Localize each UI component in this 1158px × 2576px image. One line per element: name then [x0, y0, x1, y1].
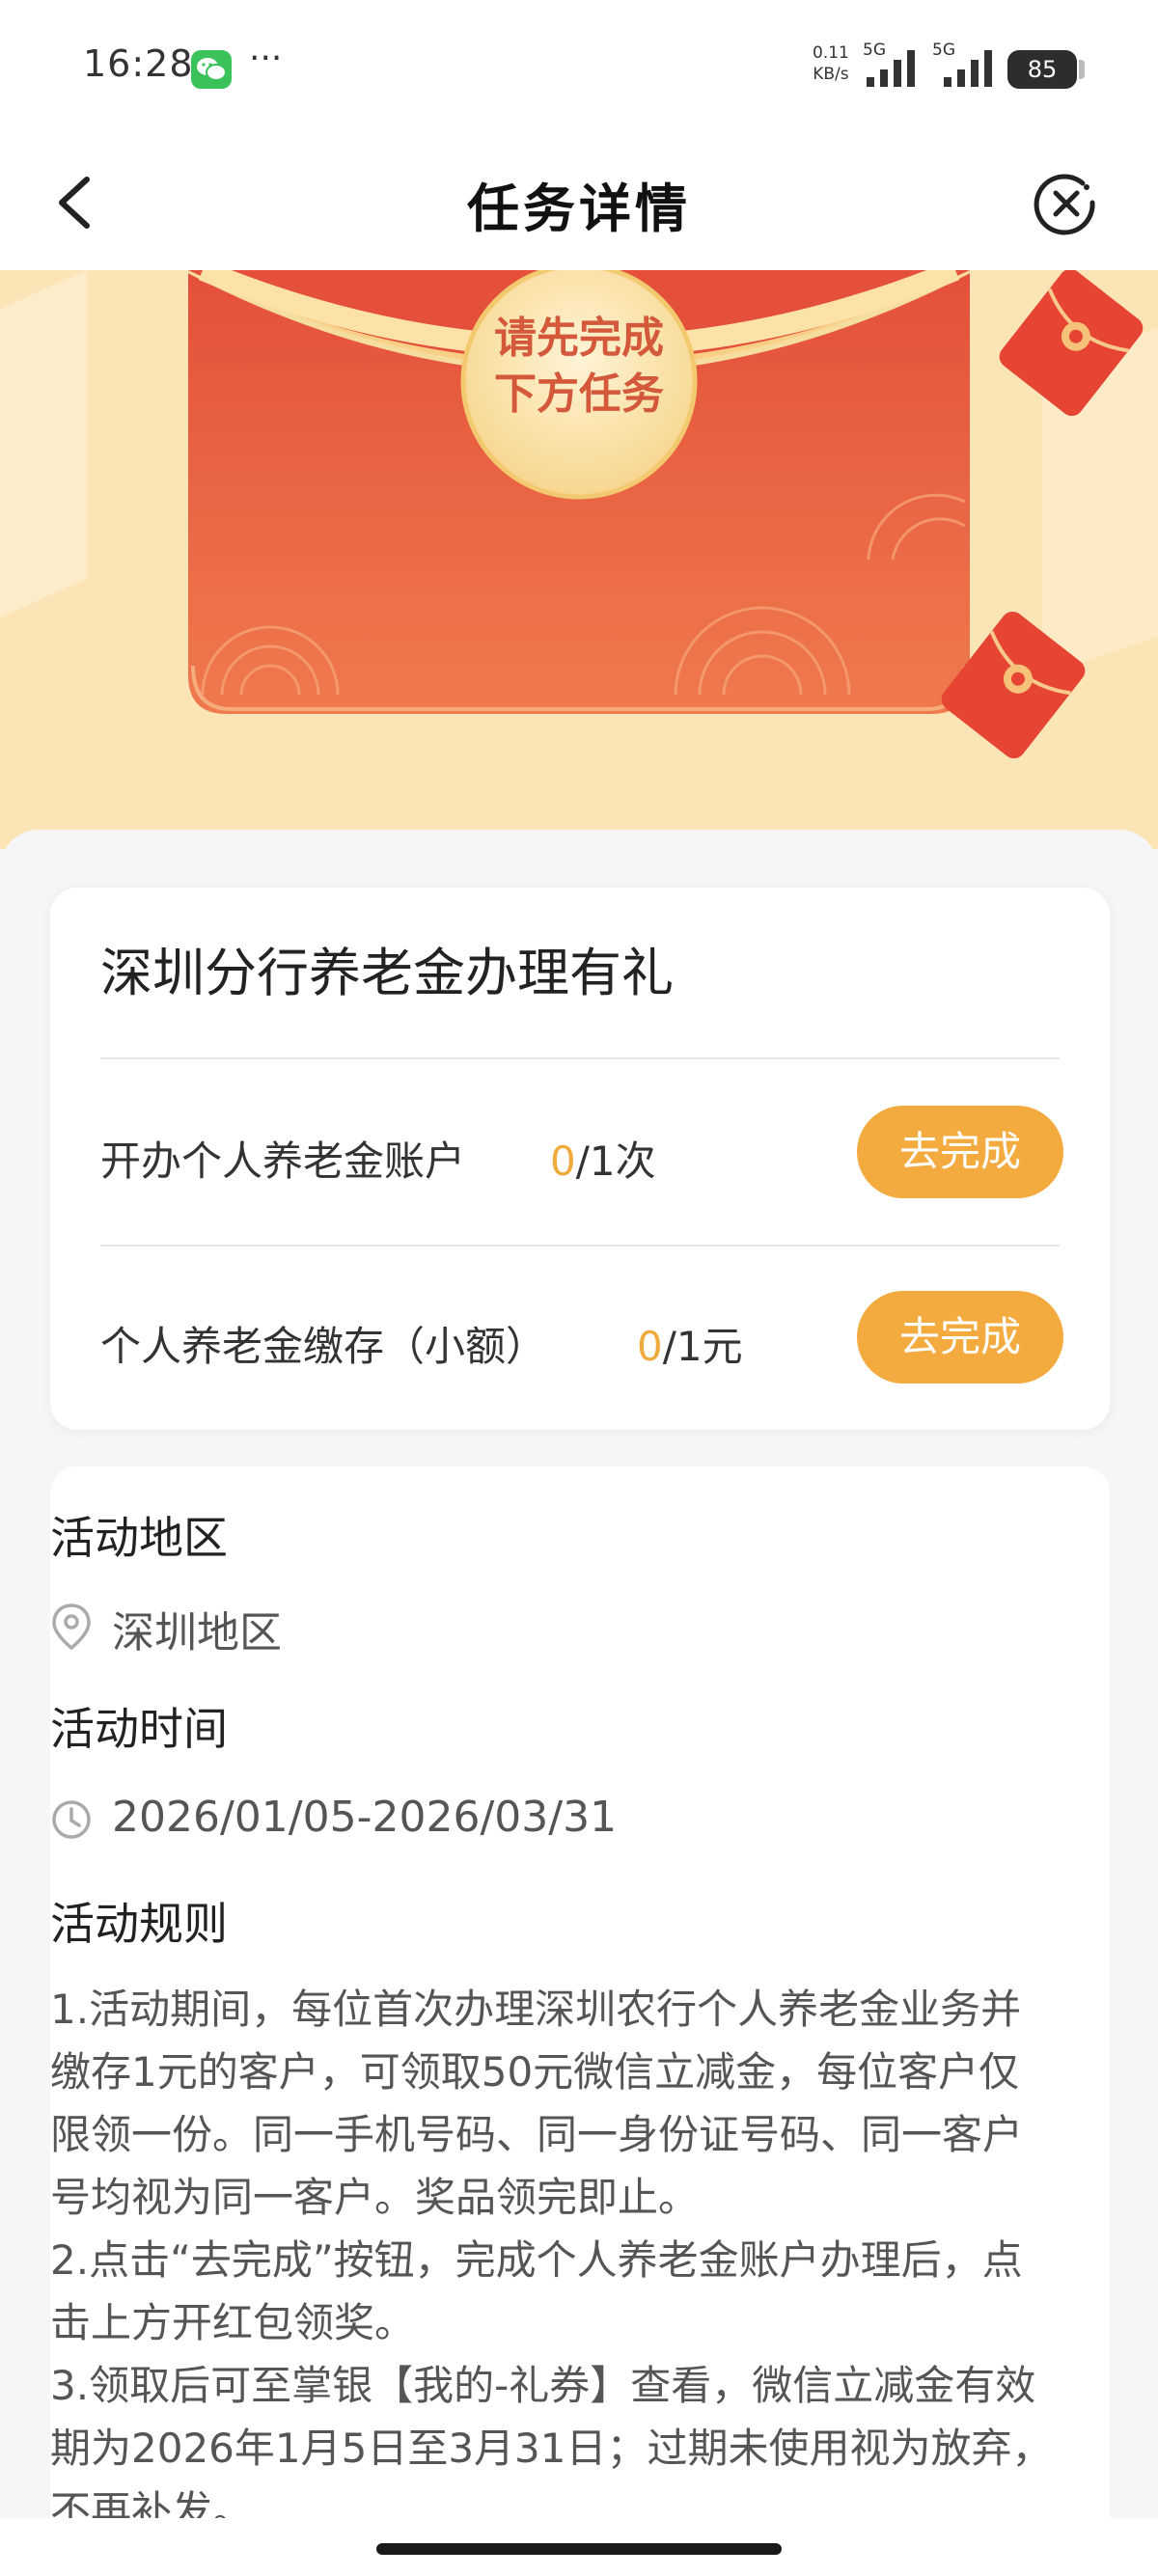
go-complete-button[interactable]: 去完成 [857, 1106, 1063, 1198]
battery-cap [1079, 60, 1085, 79]
rule-item: 2.点击“去完成”按钮，完成个人养老金账户办理后，点击上方开红包领奖。 [50, 2236, 1023, 2346]
divider [100, 1057, 1060, 1059]
network-speed: 0.11 KB/s [813, 42, 849, 85]
rule-item: 1.活动期间，每位首次办理深圳农行个人养老金业务并缴存1元的客户，可领取50元微… [50, 1986, 1024, 2221]
divider [100, 1245, 1060, 1247]
nav-bar: 任务详情 [0, 135, 1158, 270]
seal-text-line2: 下方任务 [494, 370, 664, 419]
time-title: 活动时间 [50, 1703, 228, 1755]
task-row: 开办个人养老金账户 0/1次 去完成 [50, 1106, 1110, 1202]
location-pin-icon [52, 1603, 91, 1651]
rule-item: 3.领取后可至掌银【我的-礼券】查看，微信立减金有效期为2026年1月5日至3月… [50, 2362, 1053, 2535]
rules-text: 1.活动期间，每位首次办理深圳农行个人养老金业务并缴存1元的客户，可领取50元微… [50, 1978, 1060, 2542]
time-line: 2026/01/05-2026/03/31 [50, 1793, 822, 1847]
time-value: 2026/01/05-2026/03/31 [112, 1793, 618, 1842]
close-button[interactable] [1033, 170, 1100, 237]
rules-title: 活动规则 [50, 1898, 228, 1950]
battery-indicator: 85 [1007, 50, 1077, 89]
status-bar: 16:28 ··· 0.11 KB/s 5G 5G 85 [0, 0, 1158, 135]
activity-title: 深圳分行养老金办理有礼 [100, 943, 674, 1003]
task-progress-done: 0 [550, 1137, 576, 1185]
signal-strength-icon [867, 50, 915, 87]
go-complete-button[interactable]: 去完成 [857, 1291, 1063, 1384]
network-speed-value: 0.11 [813, 43, 849, 63]
region-value: 深圳地区 [112, 1608, 282, 1658]
task-progress-total: /1元 [662, 1323, 743, 1370]
region-title: 活动地区 [50, 1512, 228, 1564]
task-progress: 0/1元 [637, 1314, 743, 1373]
task-card: 深圳分行养老金办理有礼 开办个人养老金账户 0/1次 去完成 个人养老金缴存（小… [50, 888, 1110, 1430]
network-speed-unit: KB/s [813, 65, 849, 84]
task-row: 个人养老金缴存（小额） 0/1元 去完成 [50, 1291, 1110, 1387]
home-indicator[interactable] [376, 2543, 782, 2555]
task-progress-done: 0 [637, 1323, 663, 1370]
task-progress-total: /1次 [575, 1137, 656, 1185]
clock-icon [52, 1800, 91, 1839]
more-notifications-icon: ··· [249, 39, 283, 78]
signal-strength-2-icon [944, 50, 992, 87]
seal-text-line1: 请先完成 [494, 314, 664, 363]
red-envelope-banner: 请先完成 下方任务 [0, 270, 1158, 849]
close-circle-icon [1034, 174, 1095, 235]
wechat-icon [191, 50, 232, 89]
task-progress: 0/1次 [550, 1129, 656, 1188]
task-label: 个人养老金缴存（小额） [100, 1323, 547, 1370]
page-title: 任务详情 [467, 178, 691, 239]
status-time: 16:28 [83, 42, 194, 85]
task-label: 开办个人养老金账户 [100, 1137, 466, 1185]
region-line: 深圳地区 [50, 1598, 629, 1658]
